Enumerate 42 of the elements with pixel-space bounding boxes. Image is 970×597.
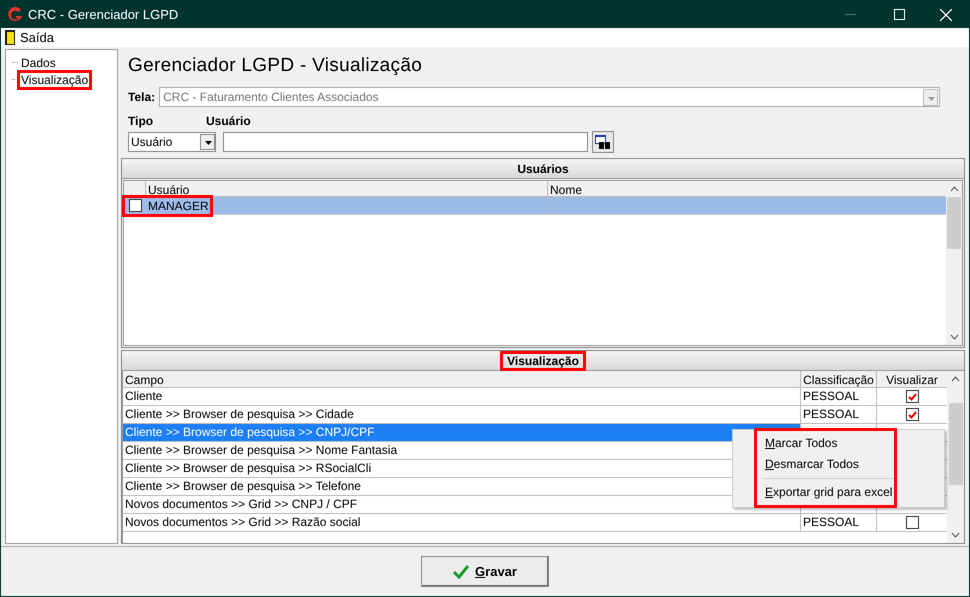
checkbox[interactable] (906, 516, 918, 529)
column-header[interactable]: Usuário (146, 181, 548, 196)
menu-item[interactable]: Saída (1, 28, 58, 48)
username-text: MANAGER (148, 198, 209, 214)
checkmark-icon (908, 410, 916, 418)
scrollbar[interactable] (946, 181, 962, 345)
classification-text: PESSOAL (803, 515, 860, 529)
checkmark-icon (453, 564, 470, 578)
classification-text: PESSOAL (803, 407, 860, 421)
binoculars-icon (595, 135, 611, 149)
usuario-label: Usuário (206, 113, 251, 127)
checkbox[interactable] (906, 408, 918, 421)
tela-label: Tela: (128, 89, 156, 106)
classification-text: PESSOAL (803, 389, 860, 403)
field-row[interactable]: Cliente >> Browser de pesquisa >> Cidade PESSOAL (123, 406, 947, 424)
page-heading: Gerenciador LGPD - Visualização (128, 54, 424, 78)
section-title: Visualização (501, 352, 585, 370)
window-title: CRC - Gerenciador LGPD (28, 6, 178, 24)
tipo-label: Tipo (128, 113, 154, 127)
field-row[interactable]: Novos documentos >> Grid >> Razão social PESSOAL (123, 514, 947, 532)
checkbox[interactable] (129, 199, 142, 212)
checkbox[interactable] (906, 390, 918, 403)
app-logo-icon (7, 6, 23, 22)
column-header[interactable]: Nome (548, 181, 946, 196)
field-row[interactable]: Cliente PESSOAL (123, 388, 947, 406)
close-icon[interactable] (940, 8, 952, 20)
column-header[interactable]: Classificação (801, 371, 877, 387)
checkmark-icon (908, 392, 916, 400)
column-header[interactable]: Campo (123, 371, 801, 387)
minimize-icon[interactable] (845, 14, 856, 16)
tree-item[interactable]: Dados (20, 56, 57, 70)
save-button[interactable]: Gravar (421, 556, 549, 587)
column-header[interactable]: Visualizar (877, 371, 947, 387)
maximize-icon[interactable] (894, 9, 905, 20)
tipo-dropdown[interactable]: Usuário (128, 132, 216, 152)
search-button[interactable] (592, 131, 614, 153)
section-title: Usuários (516, 160, 570, 178)
usuario-field[interactable] (223, 132, 588, 152)
tree-item[interactable]: Visualização (20, 72, 90, 86)
scrollbar[interactable] (947, 371, 964, 543)
user-row[interactable]: MANAGER (124, 197, 946, 215)
door-icon (5, 30, 15, 45)
